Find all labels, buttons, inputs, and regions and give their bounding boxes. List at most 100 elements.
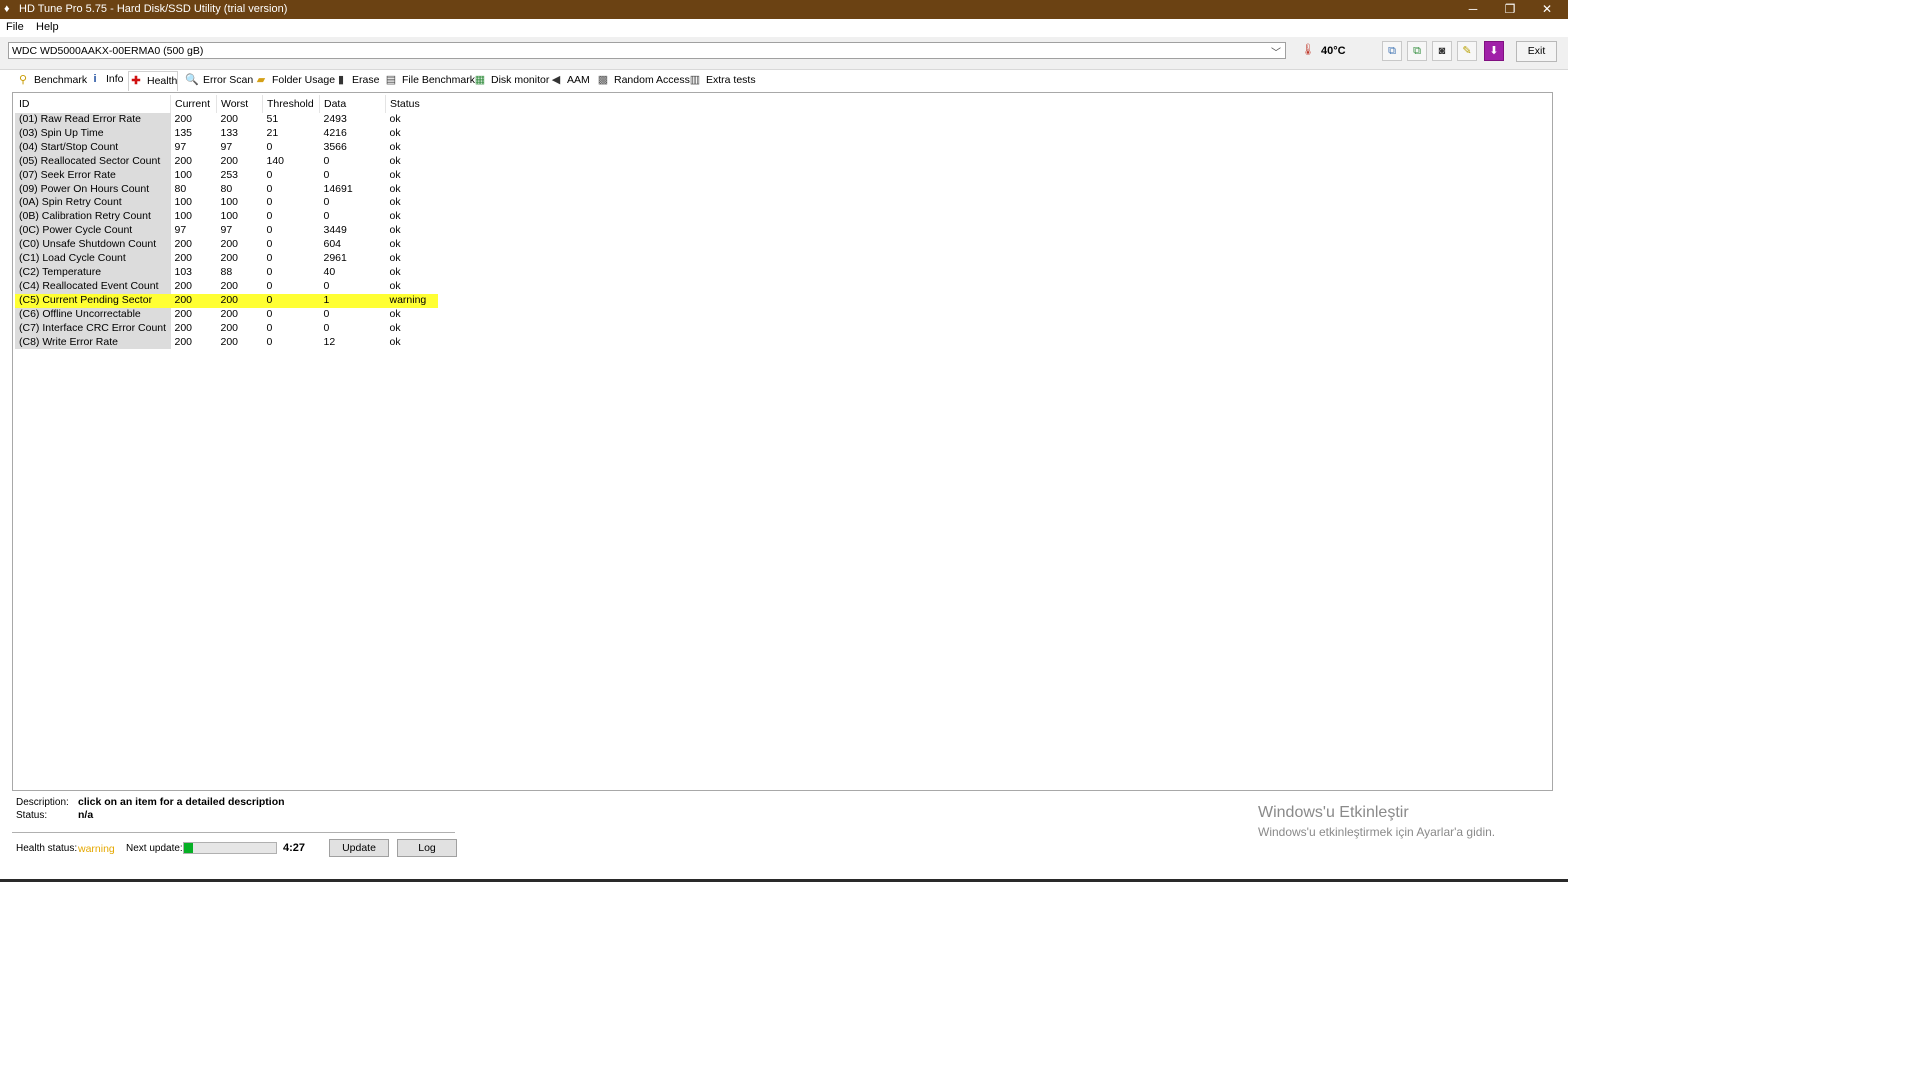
cell-status: ok xyxy=(389,307,401,320)
log-button[interactable]: Log xyxy=(397,839,457,857)
cell-worst: 200 xyxy=(220,154,239,167)
cell-worst: 88 xyxy=(220,265,233,278)
table-row[interactable]: (05) Reallocated Sector Count 200 200 140 0 o… xyxy=(15,154,438,169)
disk-monitor-icon: ▦ xyxy=(474,74,486,86)
table-row[interactable]: (C4) Reallocated Event Count 200 200 0 0 ok xyxy=(15,279,438,294)
cell-status: ok xyxy=(389,113,401,125)
copy-all-icon[interactable]: ⧉ xyxy=(1407,41,1427,61)
cell-status: ok xyxy=(389,154,401,167)
tab-label: AAM xyxy=(567,74,590,86)
table-row[interactable]: (03) Spin Up Time 135 133 21 4216 ok xyxy=(15,126,438,141)
exit-button[interactable]: Exit xyxy=(1516,41,1557,62)
title-bar: ♦ HD Tune Pro 5.75 - Hard Disk/SSD Utili… xyxy=(0,0,1568,19)
next-update-time: 4:27 xyxy=(283,842,306,854)
screenshot-icon[interactable]: ◙ xyxy=(1432,41,1452,61)
cell-worst: 97 xyxy=(220,140,233,153)
tab-extra-tests[interactable]: ▥ Extra tests xyxy=(688,73,756,91)
cell-id: (C8) Write Error Rate xyxy=(15,335,171,350)
health-panel: ID Current Worst Threshold Data Status (… xyxy=(12,92,1553,791)
table-row[interactable]: (C5) Current Pending Sector 200 200 0 1 warni… xyxy=(15,293,438,308)
table-row[interactable]: (09) Power On Hours Count 80 80 0 14691 ok xyxy=(15,182,438,197)
tab-disk-monitor[interactable]: ▦ Disk monitor xyxy=(473,73,550,91)
cell-worst: 200 xyxy=(220,252,239,265)
tab-file-benchmark[interactable]: ▤ File Benchmark xyxy=(384,73,475,91)
health-status-value: warning xyxy=(78,843,115,855)
cell-data: 0 xyxy=(323,168,330,181)
table-row[interactable]: (0B) Calibration Retry Count 100 100 0 0 ok xyxy=(15,210,438,225)
cell-status: ok xyxy=(389,182,401,195)
tab-aam[interactable]: ◀ AAM xyxy=(549,73,590,91)
tab-error-scan[interactable]: 🔍 Error Scan xyxy=(185,73,253,91)
window-title: HD Tune Pro 5.75 - Hard Disk/SSD Utility… xyxy=(19,3,288,15)
restore-button[interactable]: ❐ xyxy=(1492,0,1528,19)
minimize-button[interactable]: ─ xyxy=(1455,0,1491,19)
column-header-data[interactable]: Data xyxy=(319,95,386,113)
drive-select[interactable]: WDC WD5000AAKX-00ERMA0 (500 gB) ﹀ xyxy=(8,42,1286,59)
cell-current: 80 xyxy=(174,182,187,195)
cell-worst: 200 xyxy=(220,335,239,348)
table-row[interactable]: (07) Seek Error Rate 100 253 0 0 ok xyxy=(15,168,438,183)
cell-status: ok xyxy=(389,210,401,223)
cell-status: ok xyxy=(389,196,401,209)
menu-file[interactable]: File xyxy=(6,21,24,33)
table-row[interactable]: (C2) Temperature 103 88 0 40 ok xyxy=(15,265,438,280)
cell-current: 200 xyxy=(174,279,193,292)
close-button[interactable]: ✕ xyxy=(1529,0,1565,19)
tab-label: Health xyxy=(147,75,178,87)
menu-help[interactable]: Help xyxy=(36,21,59,33)
cell-current: 200 xyxy=(174,238,193,251)
table-row[interactable]: (C8) Write Error Rate 200 200 0 12 ok xyxy=(15,335,438,350)
app-icon: ♦ xyxy=(4,3,10,15)
column-header-status[interactable]: Status xyxy=(386,95,439,113)
cell-threshold: 0 xyxy=(266,307,273,320)
table-row[interactable]: (0A) Spin Retry Count 100 100 0 0 ok xyxy=(15,196,438,211)
cell-current: 103 xyxy=(174,265,193,278)
next-update-progress xyxy=(183,842,277,854)
cell-data: 0 xyxy=(323,307,330,320)
drive-select-value: WDC WD5000AAKX-00ERMA0 (500 gB) xyxy=(12,45,204,57)
tab-random-access[interactable]: ▩ Random Access xyxy=(596,73,690,91)
column-header-threshold[interactable]: Threshold xyxy=(262,95,320,113)
copy-info-icon[interactable]: ⧉ xyxy=(1382,41,1402,61)
cell-id: (C4) Reallocated Event Count xyxy=(15,279,171,294)
cell-id: (0B) Calibration Retry Count xyxy=(15,210,171,225)
cell-threshold: 0 xyxy=(266,168,273,181)
table-row[interactable]: (01) Raw Read Error Rate 200 200 51 2493 ok xyxy=(15,113,438,127)
tab-folder-usage[interactable]: ▰ Folder Usage xyxy=(254,73,335,91)
cell-worst: 200 xyxy=(216,293,263,308)
cell-threshold: 0 xyxy=(266,321,273,334)
cell-data: 0 xyxy=(323,321,330,334)
table-row[interactable]: (C7) Interface CRC Error Count 200 200 0 0 ok xyxy=(15,321,438,336)
tab-label: Info xyxy=(106,73,124,85)
column-header-current[interactable]: Current xyxy=(170,95,217,113)
update-button[interactable]: Update xyxy=(329,839,389,857)
table-row[interactable]: (C1) Load Cycle Count 200 200 0 2961 ok xyxy=(15,252,438,266)
cell-data: 40 xyxy=(323,265,336,278)
tab-benchmark[interactable]: ⚲ Benchmark xyxy=(16,73,87,91)
status-value: n/a xyxy=(78,809,94,821)
options-icon[interactable]: ✎ xyxy=(1457,41,1477,61)
tab-info[interactable]: i Info xyxy=(88,73,124,91)
column-header-id[interactable]: ID xyxy=(15,95,171,113)
column-header-worst[interactable]: Worst xyxy=(216,95,263,113)
benchmark-icon: ⚲ xyxy=(18,74,28,86)
tab-label: Random Access xyxy=(614,74,690,86)
table-row[interactable]: (04) Start/Stop Count 97 97 0 3566 ok xyxy=(15,140,438,155)
table-row[interactable]: (C6) Offline Uncorrectable 200 200 0 0 ok xyxy=(15,307,438,322)
save-download-icon[interactable]: ⬇ xyxy=(1484,41,1504,61)
tab-label: Error Scan xyxy=(203,74,254,86)
activation-watermark-title: Windows'u Etkinleştir xyxy=(1258,804,1409,821)
tab-erase[interactable]: ▮ Erase xyxy=(334,73,379,91)
cell-threshold: 0 xyxy=(266,335,273,348)
cell-threshold: 21 xyxy=(266,126,279,139)
cell-current: 200 xyxy=(170,293,217,308)
tab-health[interactable]: ✚ Health xyxy=(128,71,178,91)
toolbar: WDC WD5000AAKX-00ERMA0 (500 gB) ﹀ 🌡 40°C… xyxy=(0,37,1568,70)
cell-id: (05) Reallocated Sector Count xyxy=(15,154,171,169)
table-row[interactable]: (0C) Power Cycle Count 97 97 0 3449 ok xyxy=(15,224,438,239)
cell-status: warning xyxy=(385,293,438,308)
cell-id: (09) Power On Hours Count xyxy=(15,182,171,197)
table-row[interactable]: (C0) Unsafe Shutdown Count 200 200 0 604 ok xyxy=(15,238,438,253)
cell-worst: 200 xyxy=(220,307,239,320)
cell-current: 200 xyxy=(174,154,193,167)
